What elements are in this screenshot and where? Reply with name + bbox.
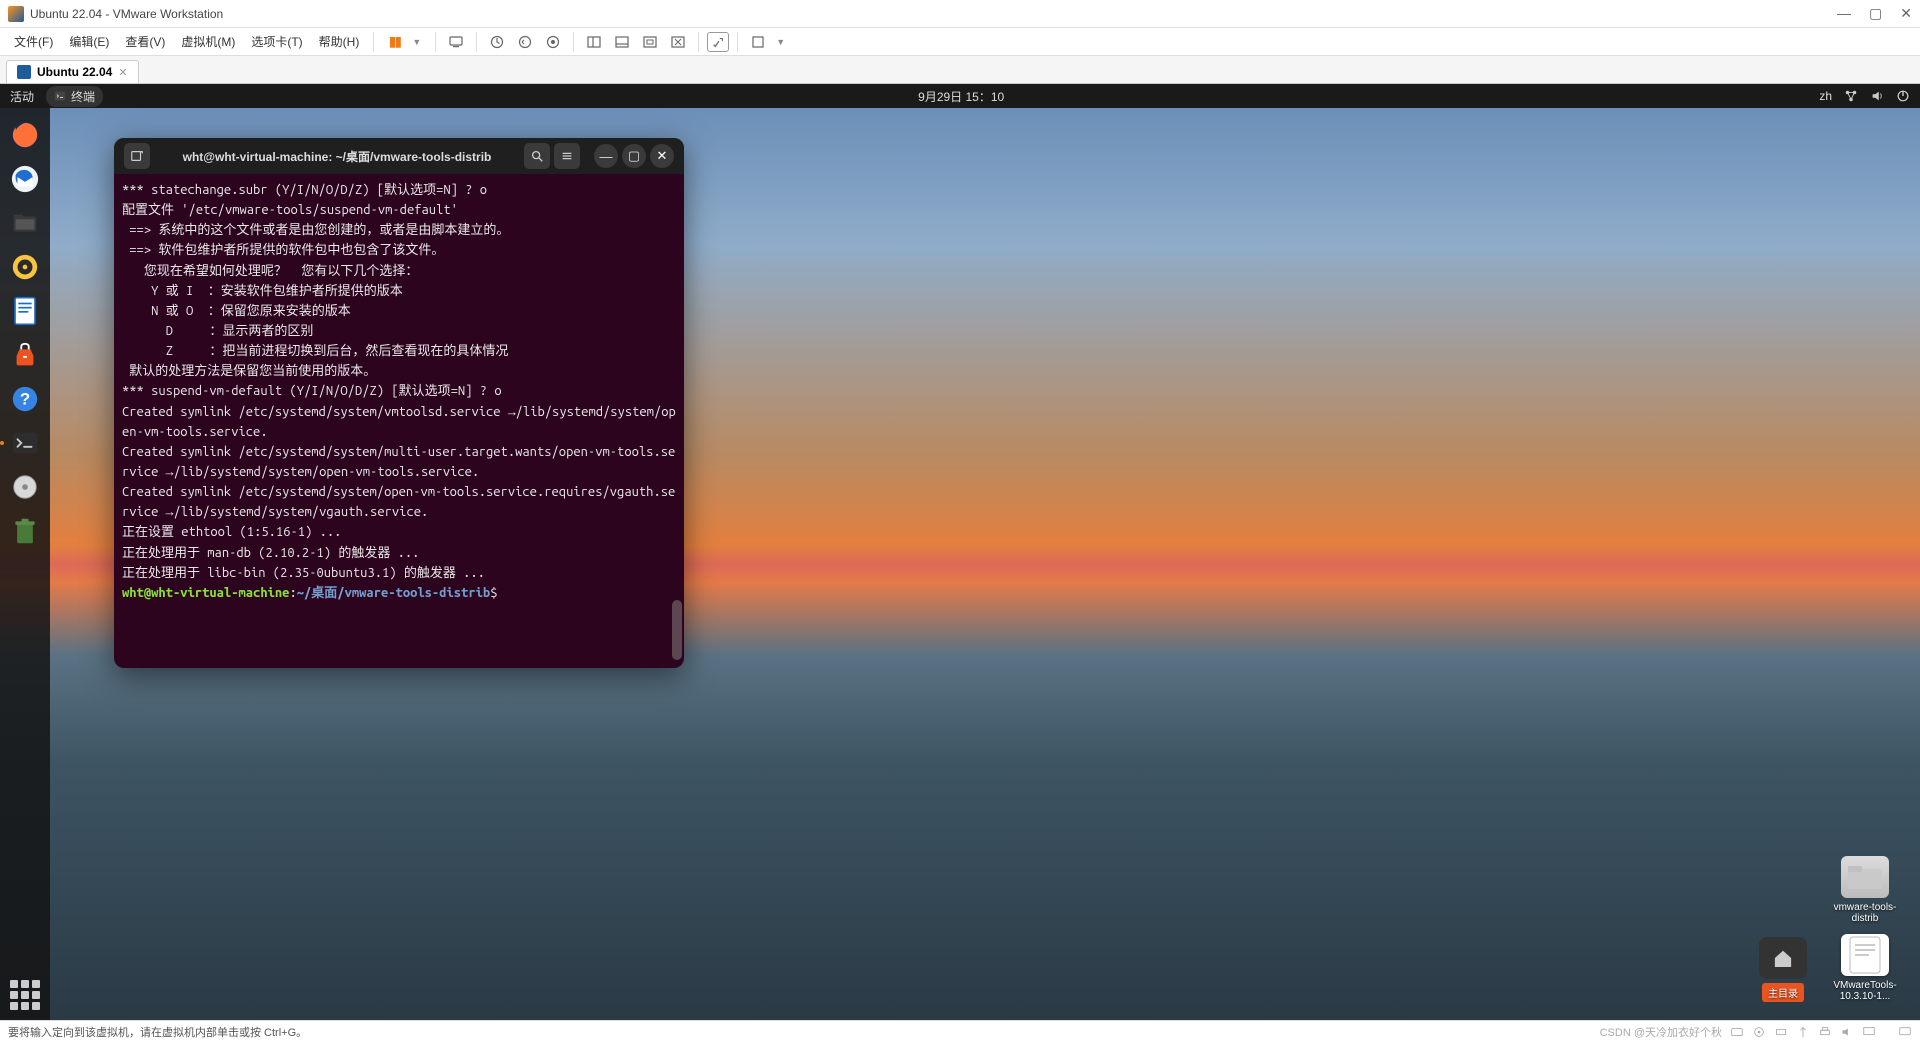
file-icon xyxy=(1841,934,1889,976)
menu-vm[interactable]: 虚拟机(M) xyxy=(175,31,241,52)
terminal-close-button[interactable]: ✕ xyxy=(650,144,674,168)
dock-firefox[interactable] xyxy=(6,116,44,154)
power-icon[interactable] xyxy=(1896,89,1910,103)
vm-tab-label: Ubuntu 22.04 xyxy=(37,65,112,79)
terminal-menu-button[interactable] xyxy=(554,143,580,169)
desktop-file-label: VMwareTools-10.3.10-1... xyxy=(1832,980,1898,1002)
maximize-button[interactable]: ▢ xyxy=(1869,5,1882,22)
devices-dropdown[interactable]: ▼ xyxy=(776,37,791,47)
view-console-button[interactable] xyxy=(610,30,634,54)
menu-tabs[interactable]: 选项卡(T) xyxy=(245,31,308,52)
dock-rhythmbox[interactable] xyxy=(6,248,44,286)
dock-software[interactable] xyxy=(6,336,44,374)
vm-tab-icon xyxy=(17,65,31,79)
snapshot-button[interactable] xyxy=(485,30,509,54)
ubuntu-dock: ? xyxy=(0,108,50,1020)
network-icon[interactable] xyxy=(1844,89,1858,103)
vm-tab-ubuntu[interactable]: Ubuntu 22.04 ✕ xyxy=(6,60,139,83)
status-printer-icon[interactable] xyxy=(1818,1025,1832,1039)
send-ctrlaltdel-button[interactable] xyxy=(444,30,468,54)
unity-button[interactable] xyxy=(666,30,690,54)
devices-button[interactable] xyxy=(746,30,770,54)
snapshot-manager-button[interactable] xyxy=(541,30,565,54)
status-disk-icon[interactable] xyxy=(1730,1025,1744,1039)
dock-trash[interactable] xyxy=(6,512,44,550)
folder-icon xyxy=(1841,856,1889,898)
desktop-home-folder[interactable]: 主目录 xyxy=(1750,937,1816,1002)
terminal-icon xyxy=(54,90,66,102)
home-icon xyxy=(1770,945,1796,971)
vm-display[interactable]: 活动 终端 9月29日 15：10 zh ? xyxy=(0,84,1920,1020)
topbar-datetime[interactable]: 9月29日 15：10 xyxy=(103,88,1819,105)
activities-button[interactable]: 活动 xyxy=(10,88,34,105)
status-display-icon[interactable] xyxy=(1862,1025,1876,1039)
menu-edit[interactable]: 编辑(E) xyxy=(63,31,115,52)
view-single-button[interactable] xyxy=(582,30,606,54)
ubuntu-topbar: 活动 终端 9月29日 15：10 zh xyxy=(0,84,1920,108)
vm-tab-close[interactable]: ✕ xyxy=(118,66,127,79)
power-dropdown[interactable]: ▼ xyxy=(412,37,427,47)
desktop-folder-vmware-tools[interactable]: vmware-tools-distrib xyxy=(1832,856,1898,924)
desktop-home-label: 主目录 xyxy=(1762,983,1804,1002)
vmware-tabbar: Ubuntu 22.04 ✕ xyxy=(0,56,1920,84)
status-sound-icon[interactable] xyxy=(1840,1025,1854,1039)
terminal-title: wht@wht-virtual-machine: ~/桌面/vmware-too… xyxy=(152,148,522,165)
desktop-folder-label: vmware-tools-distrib xyxy=(1832,902,1898,924)
status-text: 要将输入定向到该虚拟机，请在虚拟机内部单击或按 Ctrl+G。 xyxy=(8,1024,307,1040)
menu-file[interactable]: 文件(F) xyxy=(8,31,59,52)
status-cd-icon[interactable] xyxy=(1752,1025,1766,1039)
terminal-content[interactable]: *** statechange.subr (Y/I/N/O/D/Z) [默认选项… xyxy=(114,174,684,668)
desktop-file-vmwaretools[interactable]: VMwareTools-10.3.10-1... xyxy=(1832,934,1898,1002)
menu-help[interactable]: 帮助(H) xyxy=(313,31,366,52)
vmware-statusbar: 要将输入定向到该虚拟机，请在虚拟机内部单击或按 Ctrl+G。 CSDN @天冷… xyxy=(0,1020,1920,1042)
dock-writer[interactable] xyxy=(6,292,44,330)
dock-files[interactable] xyxy=(6,204,44,242)
status-usb-icon[interactable] xyxy=(1796,1025,1810,1039)
menu-view[interactable]: 查看(V) xyxy=(119,31,171,52)
minimize-button[interactable]: — xyxy=(1837,5,1851,22)
close-button[interactable]: ✕ xyxy=(1900,5,1912,22)
vmware-menubar: 文件(F) 编辑(E) 查看(V) 虚拟机(M) 选项卡(T) 帮助(H) ▮▮… xyxy=(0,28,1920,56)
vmware-logo-icon xyxy=(8,6,24,22)
terminal-titlebar[interactable]: wht@wht-virtual-machine: ~/桌面/vmware-too… xyxy=(114,138,684,174)
snapshot-revert-button[interactable] xyxy=(513,30,537,54)
fullscreen-button[interactable] xyxy=(638,30,662,54)
svg-text:?: ? xyxy=(20,390,30,409)
watermark: CSDN @天冷加衣好个秋 xyxy=(1600,1024,1722,1040)
dock-help[interactable]: ? xyxy=(6,380,44,418)
topbar-app-name: 终端 xyxy=(71,88,95,105)
vmware-titlebar: Ubuntu 22.04 - VMware Workstation — ▢ ✕ xyxy=(0,0,1920,28)
status-net-icon[interactable] xyxy=(1774,1025,1788,1039)
volume-icon[interactable] xyxy=(1870,89,1884,103)
terminal-new-tab-button[interactable] xyxy=(124,143,150,169)
terminal-maximize-button[interactable]: ▢ xyxy=(622,144,646,168)
dock-terminal[interactable] xyxy=(6,424,44,462)
topbar-lang[interactable]: zh xyxy=(1819,89,1832,103)
terminal-search-button[interactable] xyxy=(524,143,550,169)
pause-vm-button[interactable]: ▮▮ xyxy=(382,30,406,54)
terminal-scrollbar[interactable] xyxy=(672,182,682,660)
cycle-button[interactable] xyxy=(707,32,729,52)
dock-thunderbird[interactable] xyxy=(6,160,44,198)
desktop-icons: 主目录 vmware-tools-distrib VMwareTools-10.… xyxy=(1750,856,1898,1002)
terminal-window[interactable]: wht@wht-virtual-machine: ~/桌面/vmware-too… xyxy=(114,138,684,668)
window-title: Ubuntu 22.04 - VMware Workstation xyxy=(30,7,1837,21)
dock-apps-grid[interactable] xyxy=(10,980,40,1010)
ubuntu-desktop[interactable]: ? wht@wht-virtual-machine: ~/桌面/vmware-t… xyxy=(0,108,1920,1020)
status-message-icon[interactable] xyxy=(1898,1025,1912,1039)
terminal-minimize-button[interactable]: — xyxy=(594,144,618,168)
dock-disc[interactable] xyxy=(6,468,44,506)
topbar-app-indicator[interactable]: 终端 xyxy=(46,86,103,107)
